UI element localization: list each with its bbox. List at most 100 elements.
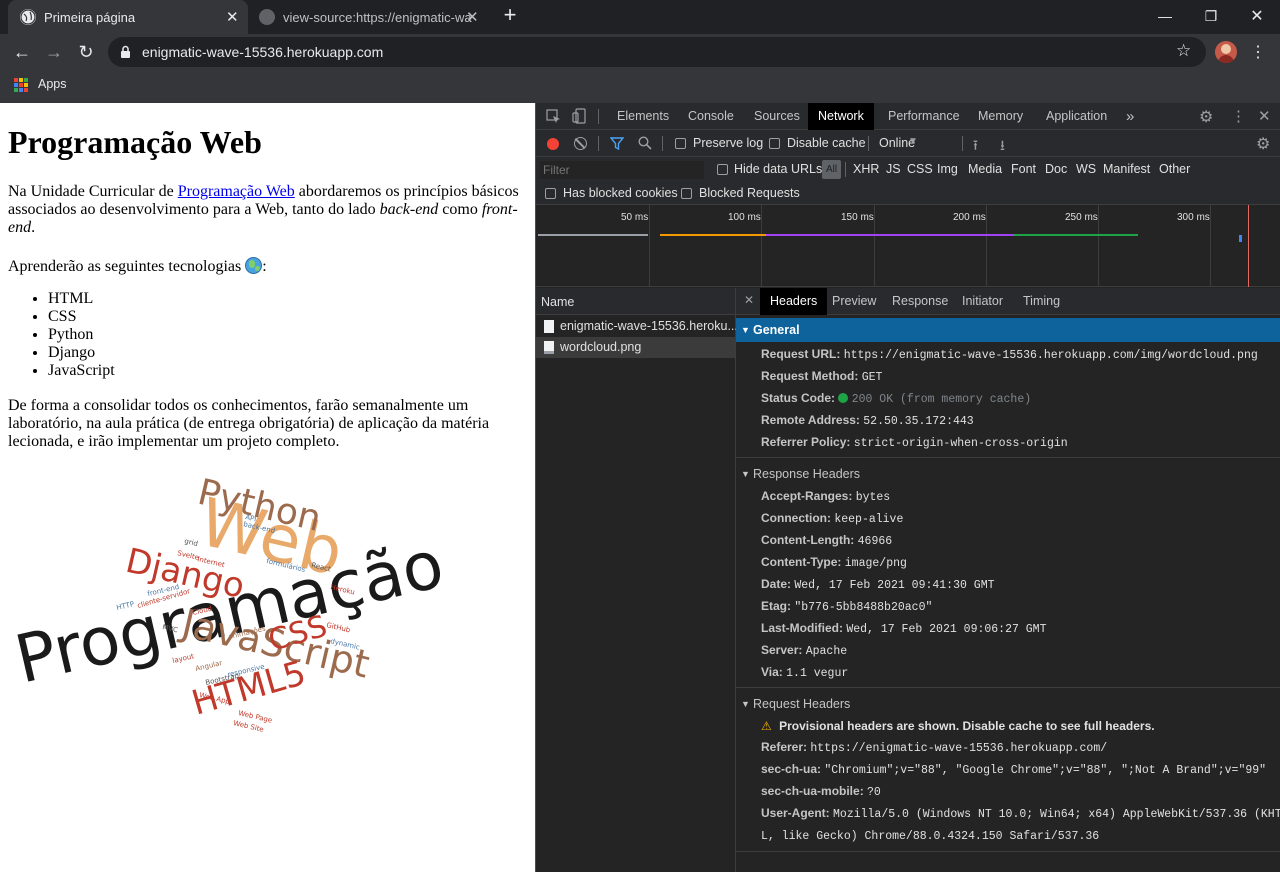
has-blocked-cookies-checkbox[interactable] [545,188,556,199]
detail-tab-initiator[interactable]: Initiator [952,288,1013,315]
filter-input[interactable] [540,161,704,179]
disable-cache-label[interactable]: Disable cache [787,136,866,150]
expand-triangle-icon: ▼ [741,469,750,479]
back-end-term: back-end [379,201,439,218]
blocked-requests-checkbox[interactable] [681,188,692,199]
request-row[interactable]: wordcloud.png [536,337,735,358]
import-har-icon[interactable]: ⭱ [973,135,978,159]
header-key: Request Method: [761,369,859,383]
timeline-gridline [1098,205,1099,287]
programacao-web-link[interactable]: Programação Web [178,183,295,200]
star-icon[interactable]: ☆ [1176,41,1191,61]
network-settings-gear-icon[interactable]: ⚙ [1256,134,1270,154]
header-row: Status Code: 200 OK (from memory cache) [761,391,1031,406]
tab-application[interactable]: Application [1036,103,1117,130]
header-row: Content-Length: 46966 [761,533,892,548]
filter-media[interactable]: Media [968,162,1002,176]
request-headers-section-header[interactable]: ▼ Request Headers [736,692,1280,716]
header-row: Accept-Ranges: bytes [761,489,890,504]
general-section-header[interactable]: ▼ General [736,318,1280,342]
filter-manifest[interactable]: Manifest [1103,162,1150,176]
close-devtools-icon[interactable]: ✕ [1258,107,1271,125]
globe-icon [259,9,275,25]
settings-gear-icon[interactable]: ⚙ [1199,107,1213,127]
tab-view-source[interactable]: view-source:https://enigmatic-wa ✕ [248,0,488,34]
response-headers-section-header[interactable]: ▼ Response Headers [736,462,1280,486]
apps-grid-icon[interactable] [14,78,28,92]
hide-data-urls-label[interactable]: Hide data URLs [734,162,822,176]
more-tabs-icon[interactable]: » [1116,103,1144,130]
request-list: Name enigmatic-wave-15536.heroku... word… [536,288,738,872]
filter-js[interactable]: JS [886,162,901,176]
tab-console[interactable]: Console [678,103,744,130]
device-toolbar-icon[interactable] [572,108,587,127]
dropdown-arrow-icon[interactable]: ▼ [908,136,918,147]
tech-intro-text: : [262,258,267,275]
back-button[interactable]: ← [8,38,36,66]
disable-cache-checkbox[interactable] [769,138,780,149]
filter-img[interactable]: Img [937,162,958,176]
menu-kebab-icon[interactable]: ⋮ [1244,38,1272,66]
section-title: Request Headers [753,697,851,711]
tab-elements[interactable]: Elements [607,103,679,130]
forward-button[interactable]: → [40,38,68,66]
filter-all-button[interactable]: All [822,160,841,179]
filter-other[interactable]: Other [1159,162,1190,176]
detail-tab-headers[interactable]: Headers [760,288,828,315]
devtools-menu-icon[interactable]: ⋮ [1231,107,1246,125]
apps-label[interactable]: Apps [38,77,67,91]
export-har-icon[interactable]: ⭳ [1000,135,1005,159]
detail-tab-preview[interactable]: Preview [822,288,886,315]
has-blocked-cookies-label[interactable]: Has blocked cookies [563,186,678,200]
timeline-gridline [986,205,987,287]
close-tab-icon[interactable]: ✕ [466,8,479,26]
inspect-element-icon[interactable] [546,109,561,127]
tab-strip: Primeira página ✕ view-source:https://en… [0,0,1280,34]
restore-button[interactable]: ❐ [1188,0,1234,32]
address-bar[interactable]: enigmatic-wave-15536.herokuapp.com ☆ [108,37,1206,67]
avatar[interactable] [1215,41,1237,63]
filter-ws[interactable]: WS [1076,162,1096,176]
search-icon[interactable] [638,136,652,153]
header-value: "b776-5bb8488b20ac0" [794,601,933,614]
header-key: sec-ch-ua-mobile: [761,784,864,798]
tab-performance[interactable]: Performance [878,103,970,130]
filter-xhr[interactable]: XHR [853,162,879,176]
filter-css[interactable]: CSS [907,162,933,176]
expand-triangle-icon: ▼ [741,325,750,335]
timeline-gridline [1210,205,1211,287]
timeline-tick-label: 150 ms [841,212,874,223]
network-overview-timeline[interactable]: 50 ms 100 ms 150 ms 200 ms 250 ms 300 ms [536,205,1280,287]
reload-button[interactable]: ↻ [72,38,100,66]
preserve-log-checkbox[interactable] [675,138,686,149]
tab-network[interactable]: Network [808,103,874,130]
blocked-requests-label[interactable]: Blocked Requests [699,186,800,200]
tab-sources[interactable]: Sources [744,103,810,130]
close-tab-icon[interactable]: ✕ [226,8,239,26]
filter-font[interactable]: Font [1011,162,1036,176]
detail-tab-timing[interactable]: Timing [1013,288,1070,315]
tab-primeira-pagina[interactable]: Primeira página ✕ [8,0,248,34]
detail-tab-response[interactable]: Response [882,288,958,315]
filter-bar: Hide data URLs All XHR JS CSS Img Media … [536,157,1280,205]
request-row[interactable]: enigmatic-wave-15536.heroku... [536,316,738,337]
timeline-bar-green [1014,234,1138,236]
header-row: Date: Wed, 17 Feb 2021 09:41:30 GMT [761,577,995,592]
timeline-tick-label: 250 ms [1065,212,1098,223]
new-tab-button[interactable]: + [499,4,521,27]
warning-text: Provisional headers are shown. Disable c… [779,719,1155,733]
filter-doc[interactable]: Doc [1045,162,1067,176]
filter-funnel-icon[interactable] [609,137,625,153]
preserve-log-label[interactable]: Preserve log [693,136,763,150]
clear-icon[interactable] [574,137,587,150]
name-column-header[interactable]: Name [536,288,735,315]
hide-data-urls-checkbox[interactable] [717,164,728,175]
header-row: Request Method: GET [761,369,882,384]
timeline-tick-label: 100 ms [728,212,761,223]
close-window-button[interactable]: ✕ [1234,0,1280,32]
minimize-button[interactable]: — [1142,0,1188,32]
tab-memory[interactable]: Memory [968,103,1033,130]
request-name: enigmatic-wave-15536.heroku... [560,319,738,333]
record-icon[interactable] [547,138,559,150]
close-detail-icon[interactable]: ✕ [744,293,754,307]
